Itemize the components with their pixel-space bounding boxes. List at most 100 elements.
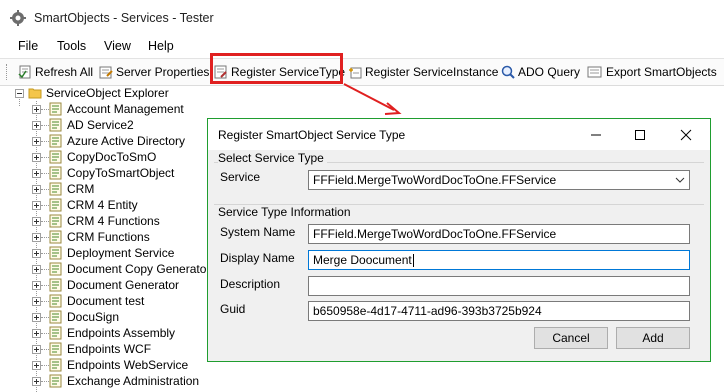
server-properties-button[interactable]: Server Properties bbox=[99, 62, 209, 82]
expand-icon[interactable] bbox=[32, 136, 41, 146]
dialog-title-bar: Register SmartObject Service Type bbox=[208, 119, 710, 150]
refresh-all-button[interactable]: Refresh All bbox=[18, 62, 93, 82]
service-object-icon bbox=[49, 310, 62, 324]
expand-icon[interactable] bbox=[32, 104, 41, 114]
system-name-field[interactable]: FFField.MergeTwoWordDocToOne.FFService bbox=[308, 224, 690, 244]
tree-item[interactable]: CopyToSmartObject bbox=[32, 165, 174, 181]
tree-item[interactable]: Endpoints Assembly bbox=[32, 325, 175, 341]
gear-icon bbox=[10, 10, 26, 26]
tree-item[interactable]: Account Management bbox=[32, 101, 184, 117]
expand-icon[interactable] bbox=[32, 200, 41, 210]
menu-view[interactable]: View bbox=[104, 39, 131, 53]
tree-item-label: CRM 4 Functions bbox=[67, 214, 160, 228]
chevron-down-icon bbox=[675, 177, 685, 183]
display-name-field[interactable]: Merge Doocument bbox=[308, 250, 690, 270]
collapse-icon[interactable] bbox=[15, 88, 24, 98]
expand-icon[interactable] bbox=[32, 232, 41, 242]
tree-item[interactable]: CRM Functions bbox=[32, 229, 150, 245]
expand-icon[interactable] bbox=[32, 376, 41, 386]
tree-item[interactable]: Exchange Administration bbox=[32, 373, 199, 389]
service-object-icon bbox=[49, 262, 62, 276]
system-name-value: FFField.MergeTwoWordDocToOne.FFService bbox=[313, 227, 557, 241]
expand-icon[interactable] bbox=[32, 360, 41, 370]
service-type-information-heading: Service Type Information bbox=[218, 205, 354, 219]
expand-icon[interactable] bbox=[32, 120, 41, 130]
expand-icon[interactable] bbox=[32, 328, 41, 338]
tree-item[interactable]: Document Generator bbox=[32, 277, 179, 293]
export-smartobjects-button[interactable]: Export SmartObjects bbox=[587, 62, 717, 82]
toolbar-grip[interactable] bbox=[6, 64, 9, 80]
service-object-icon bbox=[49, 246, 62, 260]
tree-item[interactable]: AD Service2 bbox=[32, 117, 134, 133]
expand-icon[interactable] bbox=[32, 264, 41, 274]
expand-icon[interactable] bbox=[32, 280, 41, 290]
app-title-bar: SmartObjects - Services - Tester bbox=[0, 0, 724, 36]
service-object-icon bbox=[49, 198, 62, 212]
tree-item-label: Document test bbox=[67, 294, 145, 308]
minimize-icon bbox=[591, 134, 601, 136]
tree-item[interactable]: Document test bbox=[32, 293, 144, 309]
tree-item[interactable]: DocuSign bbox=[32, 309, 119, 325]
expand-icon[interactable] bbox=[32, 312, 41, 322]
ado-query-button[interactable]: ADO Query bbox=[501, 62, 580, 82]
service-object-icon bbox=[49, 166, 62, 180]
service-object-icon bbox=[49, 134, 62, 148]
close-icon bbox=[680, 129, 692, 141]
tree-item-label: CRM Functions bbox=[67, 230, 150, 244]
tree-item-label: AD Service2 bbox=[67, 118, 134, 132]
tree-item-label: CRM bbox=[67, 182, 95, 196]
dialog-title: Register SmartObject Service Type bbox=[218, 128, 406, 142]
tree-item-label: Endpoints Assembly bbox=[67, 326, 176, 340]
tree-item-label: Exchange Administration bbox=[67, 374, 200, 388]
folder-icon bbox=[28, 88, 42, 99]
tree-item[interactable]: CRM 4 Functions bbox=[32, 213, 160, 229]
menu-file[interactable]: File bbox=[18, 39, 38, 53]
expand-icon[interactable] bbox=[32, 248, 41, 258]
tree-item[interactable]: Document Copy Generator bbox=[32, 261, 210, 277]
expand-icon[interactable] bbox=[32, 344, 41, 354]
tree-item[interactable]: Endpoints WCF bbox=[32, 341, 151, 357]
maximize-button[interactable] bbox=[630, 125, 650, 145]
properties-icon bbox=[99, 66, 113, 79]
toolbar: Refresh All Server Properties Register S… bbox=[0, 58, 724, 86]
query-icon bbox=[501, 65, 515, 79]
tree-item-label: Document Generator bbox=[67, 278, 180, 292]
tree-item-label: CopyDocToSmO bbox=[67, 150, 157, 164]
tree-item-label: Document Copy Generator bbox=[67, 262, 211, 276]
tree-item[interactable]: CRM bbox=[32, 181, 94, 197]
server-properties-label: Server Properties bbox=[116, 65, 210, 79]
service-select[interactable]: FFField.MergeTwoWordDocToOne.FFService bbox=[308, 170, 690, 190]
expand-icon[interactable] bbox=[32, 152, 41, 162]
register-service-instance-label: Register ServiceInstance bbox=[365, 65, 499, 79]
service-select-value: FFField.MergeTwoWordDocToOne.FFService bbox=[313, 173, 557, 187]
close-button[interactable] bbox=[676, 125, 696, 145]
tree-item[interactable]: CRM 4 Entity bbox=[32, 197, 138, 213]
menu-bar: File Tools View Help bbox=[0, 36, 724, 58]
menu-help[interactable]: Help bbox=[148, 39, 174, 53]
service-object-icon bbox=[49, 294, 62, 308]
guid-field[interactable]: b650958e-4d17-4711-ad96-393b3725b924 bbox=[308, 301, 690, 321]
tree-item[interactable]: Deployment Service bbox=[32, 245, 174, 261]
description-field[interactable] bbox=[308, 276, 690, 296]
service-object-tree: ServiceObject Explorer Account Managemen… bbox=[0, 85, 210, 392]
register-service-type-dialog: Register SmartObject Service Type Select… bbox=[207, 118, 711, 362]
tree-item-label: CopyToSmartObject bbox=[67, 166, 175, 180]
expand-icon[interactable] bbox=[32, 184, 41, 194]
expand-icon[interactable] bbox=[32, 216, 41, 226]
expand-icon[interactable] bbox=[32, 296, 41, 306]
menu-tools[interactable]: Tools bbox=[57, 39, 86, 53]
expand-icon[interactable] bbox=[32, 168, 41, 178]
refresh-icon bbox=[18, 65, 31, 79]
guid-label: Guid bbox=[220, 302, 246, 316]
tree-item[interactable]: Endpoints WebService bbox=[32, 357, 188, 373]
register-instance-icon bbox=[349, 67, 362, 79]
minimize-button[interactable] bbox=[586, 125, 606, 145]
add-button[interactable]: Add bbox=[616, 327, 690, 349]
system-name-label: System Name bbox=[220, 225, 296, 239]
guid-value: b650958e-4d17-4711-ad96-393b3725b924 bbox=[313, 304, 542, 318]
tree-item[interactable]: CopyDocToSmO bbox=[32, 149, 156, 165]
cancel-button[interactable]: Cancel bbox=[534, 327, 608, 349]
tree-root[interactable]: ServiceObject Explorer bbox=[15, 85, 169, 101]
tree-item[interactable]: Azure Active Directory bbox=[32, 133, 185, 149]
register-service-instance-button[interactable]: Register ServiceInstance bbox=[348, 62, 498, 82]
